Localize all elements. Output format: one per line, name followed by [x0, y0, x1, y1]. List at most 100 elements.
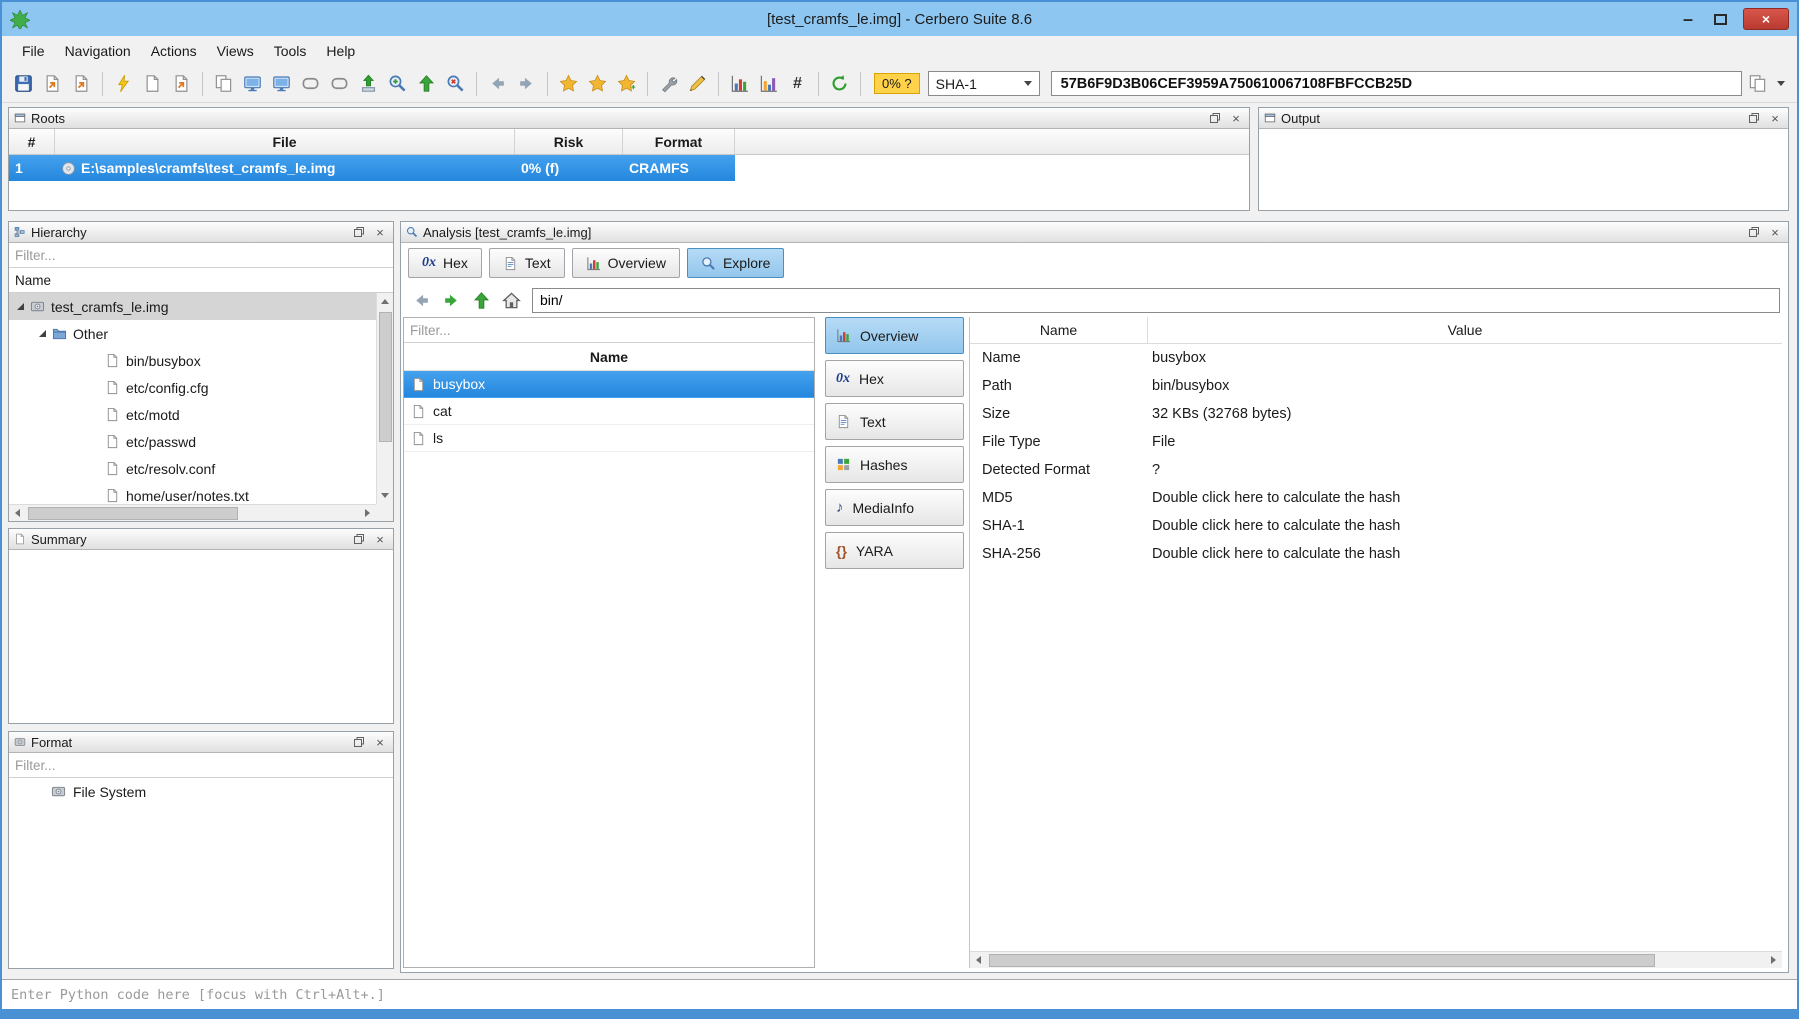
column-header-format[interactable]: Format [623, 129, 735, 154]
tools-button[interactable] [655, 71, 682, 97]
screenshot-region-button[interactable] [268, 71, 295, 97]
vertical-scrollbar[interactable] [376, 293, 393, 504]
bookmarks-button[interactable] [555, 71, 582, 97]
expander-icon[interactable] [17, 303, 24, 310]
horizontal-scrollbar[interactable] [9, 504, 376, 521]
nav-home-button[interactable] [499, 288, 523, 312]
menu-actions[interactable]: Actions [141, 39, 207, 63]
detail-tab-mediainfo[interactable]: ♪ MediaInfo [825, 489, 964, 526]
analysis-panel-titlebar[interactable]: Analysis [test_cramfs_le.img] × [401, 222, 1788, 243]
reanalyze-button[interactable] [826, 71, 853, 97]
minimize-button[interactable]: – [1678, 9, 1698, 30]
column-header-file[interactable]: File [55, 129, 515, 154]
history-forward-button[interactable] [513, 71, 540, 97]
property-value[interactable]: Double click here to calculate the hash [1148, 518, 1782, 534]
close-panel-button[interactable]: × [372, 532, 388, 546]
close-panel-button[interactable]: × [372, 735, 388, 749]
column-header-num[interactable]: # [9, 129, 55, 154]
close-button[interactable]: × [1743, 8, 1789, 30]
copy-button[interactable] [210, 71, 237, 97]
nav-up-button[interactable] [469, 288, 493, 312]
screenshot-button[interactable] [239, 71, 266, 97]
scroll-left-button[interactable] [9, 505, 26, 522]
format-tree-item-filesystem[interactable]: File System [9, 778, 393, 805]
maximize-button[interactable] [1714, 14, 1727, 25]
property-row-md5[interactable]: MD5 Double click here to calculate the h… [970, 484, 1782, 512]
roots-panel-titlebar[interactable]: Roots × [9, 108, 1249, 129]
summary-panel-titlebar[interactable]: Summary × [9, 529, 393, 550]
scan-file-button[interactable] [384, 71, 411, 97]
roots-table-row[interactable]: 1 E:\samples\cramfs\test_cramfs_le.img 0… [9, 155, 735, 181]
file-row-cat[interactable]: cat [404, 398, 814, 425]
float-panel-button[interactable] [1207, 111, 1223, 125]
detail-tab-hashes[interactable]: Hashes [825, 446, 964, 483]
tab-text[interactable]: Text [489, 248, 565, 278]
scrollbar-thumb[interactable] [28, 507, 238, 520]
close-panel-button[interactable]: × [1767, 225, 1783, 239]
python-console-input[interactable] [2, 980, 1797, 1009]
open-report-button[interactable] [68, 71, 95, 97]
statistics-button[interactable] [726, 71, 753, 97]
history-back-button[interactable] [484, 71, 511, 97]
float-panel-button[interactable] [1746, 111, 1762, 125]
scroll-up-button[interactable] [377, 293, 394, 310]
hash-algorithm-select[interactable]: SHA-1 [928, 71, 1040, 96]
file-row-busybox[interactable]: busybox [404, 371, 814, 398]
property-value[interactable]: Double click here to calculate the hash [1148, 490, 1782, 506]
scroll-right-button[interactable] [1765, 952, 1782, 969]
tab-explore[interactable]: Explore [687, 248, 784, 278]
tree-row-file[interactable]: etc/motd [9, 401, 376, 428]
tree-row-file[interactable]: etc/config.cfg [9, 374, 376, 401]
extract-button[interactable] [355, 71, 382, 97]
hash-value-input[interactable] [1051, 71, 1742, 96]
add-bookmark-button[interactable] [613, 71, 640, 97]
tree-row-file[interactable]: etc/passwd [9, 428, 376, 455]
detail-tab-yara[interactable]: {} YARA [825, 532, 964, 569]
title-bar[interactable]: [test_cramfs_le.img] - Cerbero Suite 8.6… [2, 2, 1797, 36]
property-value[interactable]: Double click here to calculate the hash [1148, 546, 1782, 562]
detail-tab-text[interactable]: Text [825, 403, 964, 440]
menu-help[interactable]: Help [316, 39, 365, 63]
tree-row-folder[interactable]: Other [9, 320, 376, 347]
quick-scan-button[interactable] [110, 71, 137, 97]
path-input[interactable] [532, 288, 1780, 313]
property-row-name[interactable]: Name busybox [970, 344, 1782, 372]
scroll-down-button[interactable] [377, 487, 394, 504]
float-panel-button[interactable] [1746, 225, 1762, 239]
close-panel-button[interactable]: × [1767, 111, 1783, 125]
scrollbar-thumb[interactable] [989, 954, 1655, 967]
tree-row-file[interactable]: bin/busybox [9, 347, 376, 374]
close-panel-button[interactable]: × [1228, 111, 1244, 125]
property-row-sha1[interactable]: SHA-1 Double click here to calculate the… [970, 512, 1782, 540]
nav-back-button[interactable] [409, 288, 433, 312]
float-panel-button[interactable] [351, 225, 367, 239]
output-panel-titlebar[interactable]: Output × [1259, 108, 1788, 129]
tab-overview[interactable]: Overview [572, 248, 680, 278]
close-panel-button[interactable]: × [372, 225, 388, 239]
file-list-filter-input[interactable] [404, 318, 814, 342]
tree-row-file[interactable]: home/user/notes.txt [9, 482, 376, 504]
detail-tab-hex[interactable]: 0x Hex [825, 360, 964, 397]
entropy-button[interactable] [755, 71, 782, 97]
close-scan-button[interactable] [442, 71, 469, 97]
property-row-size[interactable]: Size 32 KBs (32768 bytes) [970, 400, 1782, 428]
menu-file[interactable]: File [12, 39, 55, 63]
properties-horizontal-scrollbar[interactable] [970, 951, 1782, 968]
save-button[interactable] [10, 71, 37, 97]
risk-badge[interactable]: 0% ? [874, 73, 920, 94]
property-row-filetype[interactable]: File Type File [970, 428, 1782, 456]
bookmark-jump-button[interactable] [584, 71, 611, 97]
new-file-button[interactable] [139, 71, 166, 97]
hash-tool-button[interactable]: # [784, 71, 811, 97]
hierarchy-filter-input[interactable] [9, 243, 393, 267]
tree-row-file[interactable]: etc/resolv.conf [9, 455, 376, 482]
file-row-ls[interactable]: ls [404, 425, 814, 452]
format-panel-titlebar[interactable]: Format × [9, 732, 393, 753]
scrollbar-thumb[interactable] [379, 312, 392, 442]
reopen-file-button[interactable] [168, 71, 195, 97]
format-filter-input[interactable] [9, 753, 393, 777]
copy-hash-button[interactable] [1744, 71, 1771, 97]
detail-tab-overview[interactable]: Overview [825, 317, 964, 354]
float-panel-button[interactable] [351, 532, 367, 546]
tab-hex[interactable]: 0x Hex [408, 248, 482, 278]
